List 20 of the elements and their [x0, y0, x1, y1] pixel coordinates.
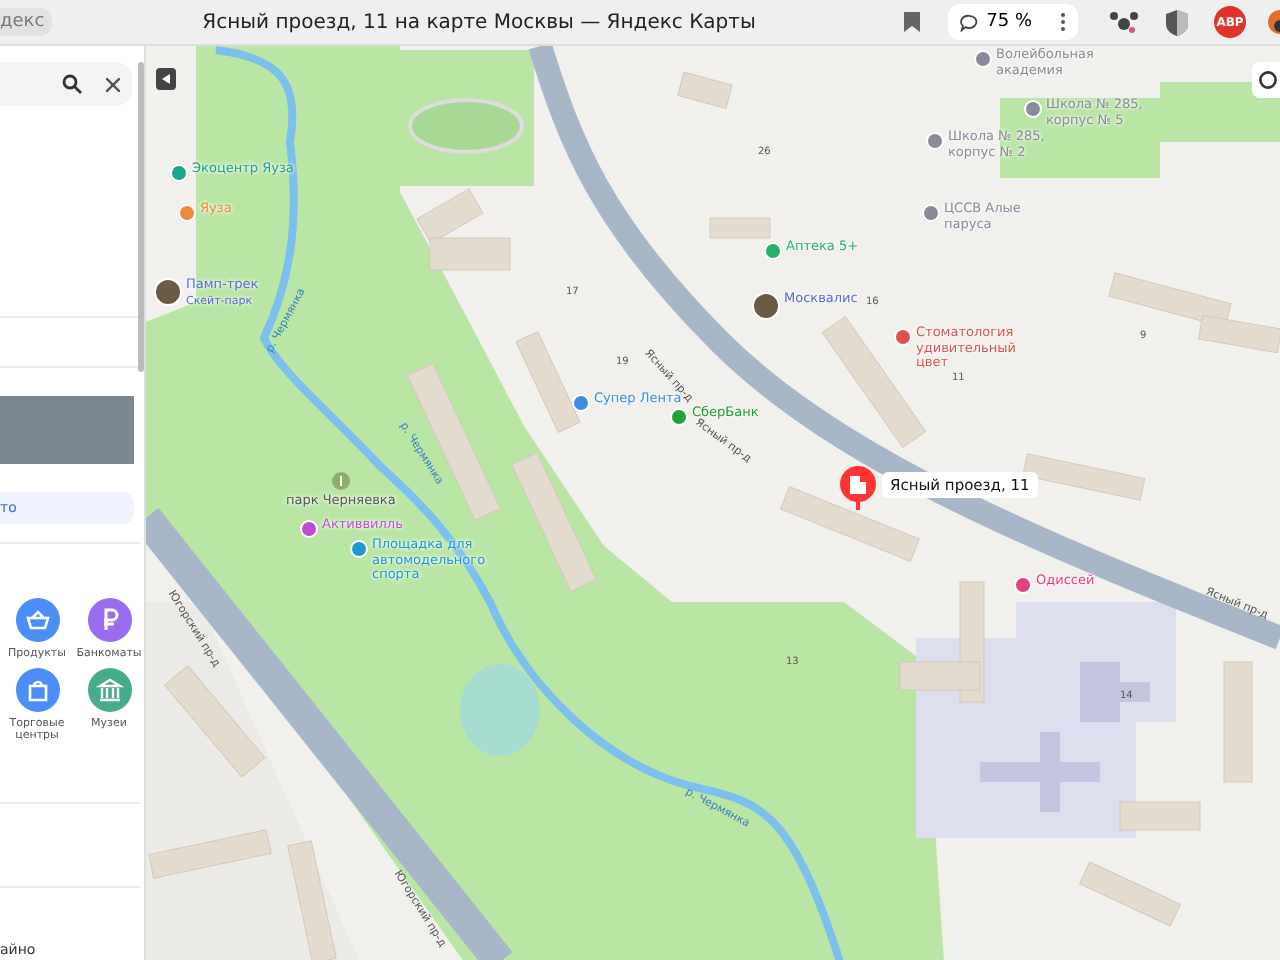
tab-title[interactable]: декс	[0, 8, 53, 36]
zoom-indicator[interactable]: 75 %	[948, 4, 1078, 40]
zoom-level: 75 %	[986, 12, 1032, 32]
speech-bubble-icon	[960, 13, 979, 31]
compass-icon	[1258, 70, 1278, 90]
close-icon[interactable]	[106, 77, 120, 91]
tree-icon	[331, 472, 350, 490]
compass-button[interactable]	[1252, 62, 1280, 98]
network-icon[interactable]	[1110, 10, 1138, 34]
map-pin-icon[interactable]	[840, 466, 876, 510]
kebab-menu-icon[interactable]	[1060, 12, 1066, 32]
fox-icon[interactable]	[1264, 8, 1280, 36]
shield-icon[interactable]	[1166, 9, 1188, 35]
bookmark-icon[interactable]	[904, 12, 921, 32]
caret-icon	[162, 74, 170, 84]
collapse-panel-button[interactable]	[156, 68, 176, 90]
search-field[interactable]	[0, 62, 132, 106]
scrollbar[interactable]	[138, 62, 144, 372]
search-icon[interactable]	[62, 74, 82, 94]
page-title: Ясный проезд, 11 на карте Москвы — Яндекс Карты	[202, 11, 756, 33]
